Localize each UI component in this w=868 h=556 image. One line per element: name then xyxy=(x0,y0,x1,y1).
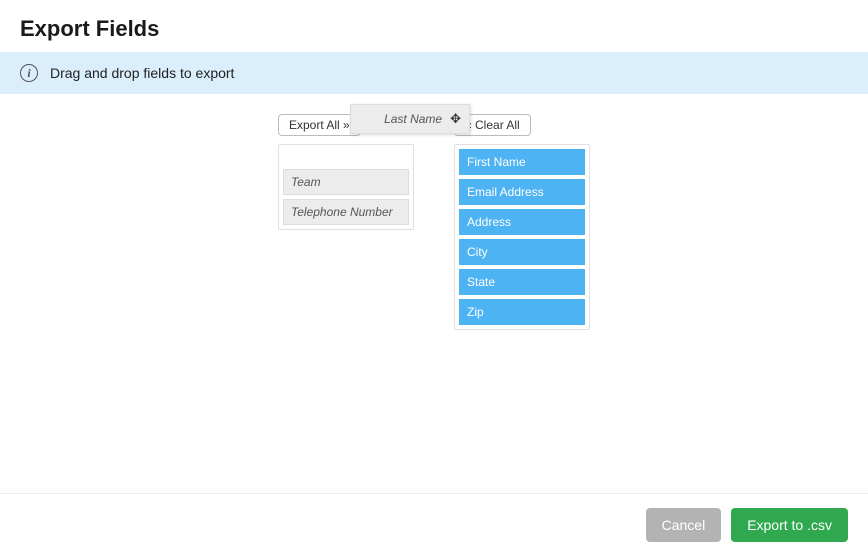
selected-field-item[interactable]: Address xyxy=(459,209,585,235)
info-icon: i xyxy=(20,64,38,82)
selected-field-item[interactable]: Email Address xyxy=(459,179,585,205)
available-field-item[interactable]: Telephone Number xyxy=(283,199,409,225)
selected-field-item[interactable]: First Name xyxy=(459,149,585,175)
dialog-footer: Cancel Export to .csv xyxy=(0,493,868,556)
dialog-header: Export Fields xyxy=(0,0,868,52)
export-all-button[interactable]: Export All » xyxy=(278,114,361,136)
cancel-button[interactable]: Cancel xyxy=(646,508,722,542)
export-csv-button[interactable]: Export to .csv xyxy=(731,508,848,542)
available-field-item[interactable]: Team xyxy=(283,169,409,195)
selected-field-list[interactable]: First Name Email Address Address City St… xyxy=(454,144,590,330)
clear-all-button[interactable]: « Clear All xyxy=(454,114,531,136)
available-column: Export All » Team Telephone Number xyxy=(278,114,414,330)
info-banner: i Drag and drop fields to export xyxy=(0,52,868,94)
selected-field-item[interactable]: Zip xyxy=(459,299,585,325)
selected-field-item[interactable]: State xyxy=(459,269,585,295)
selected-field-item[interactable]: City xyxy=(459,239,585,265)
selected-column: « Clear All First Name Email Address Add… xyxy=(454,114,590,330)
available-field-list[interactable]: Team Telephone Number xyxy=(278,144,414,230)
info-text: Drag and drop fields to export xyxy=(50,65,234,81)
page-title: Export Fields xyxy=(20,16,848,42)
field-selection-area: Export All » Team Telephone Number « Cle… xyxy=(0,94,868,330)
